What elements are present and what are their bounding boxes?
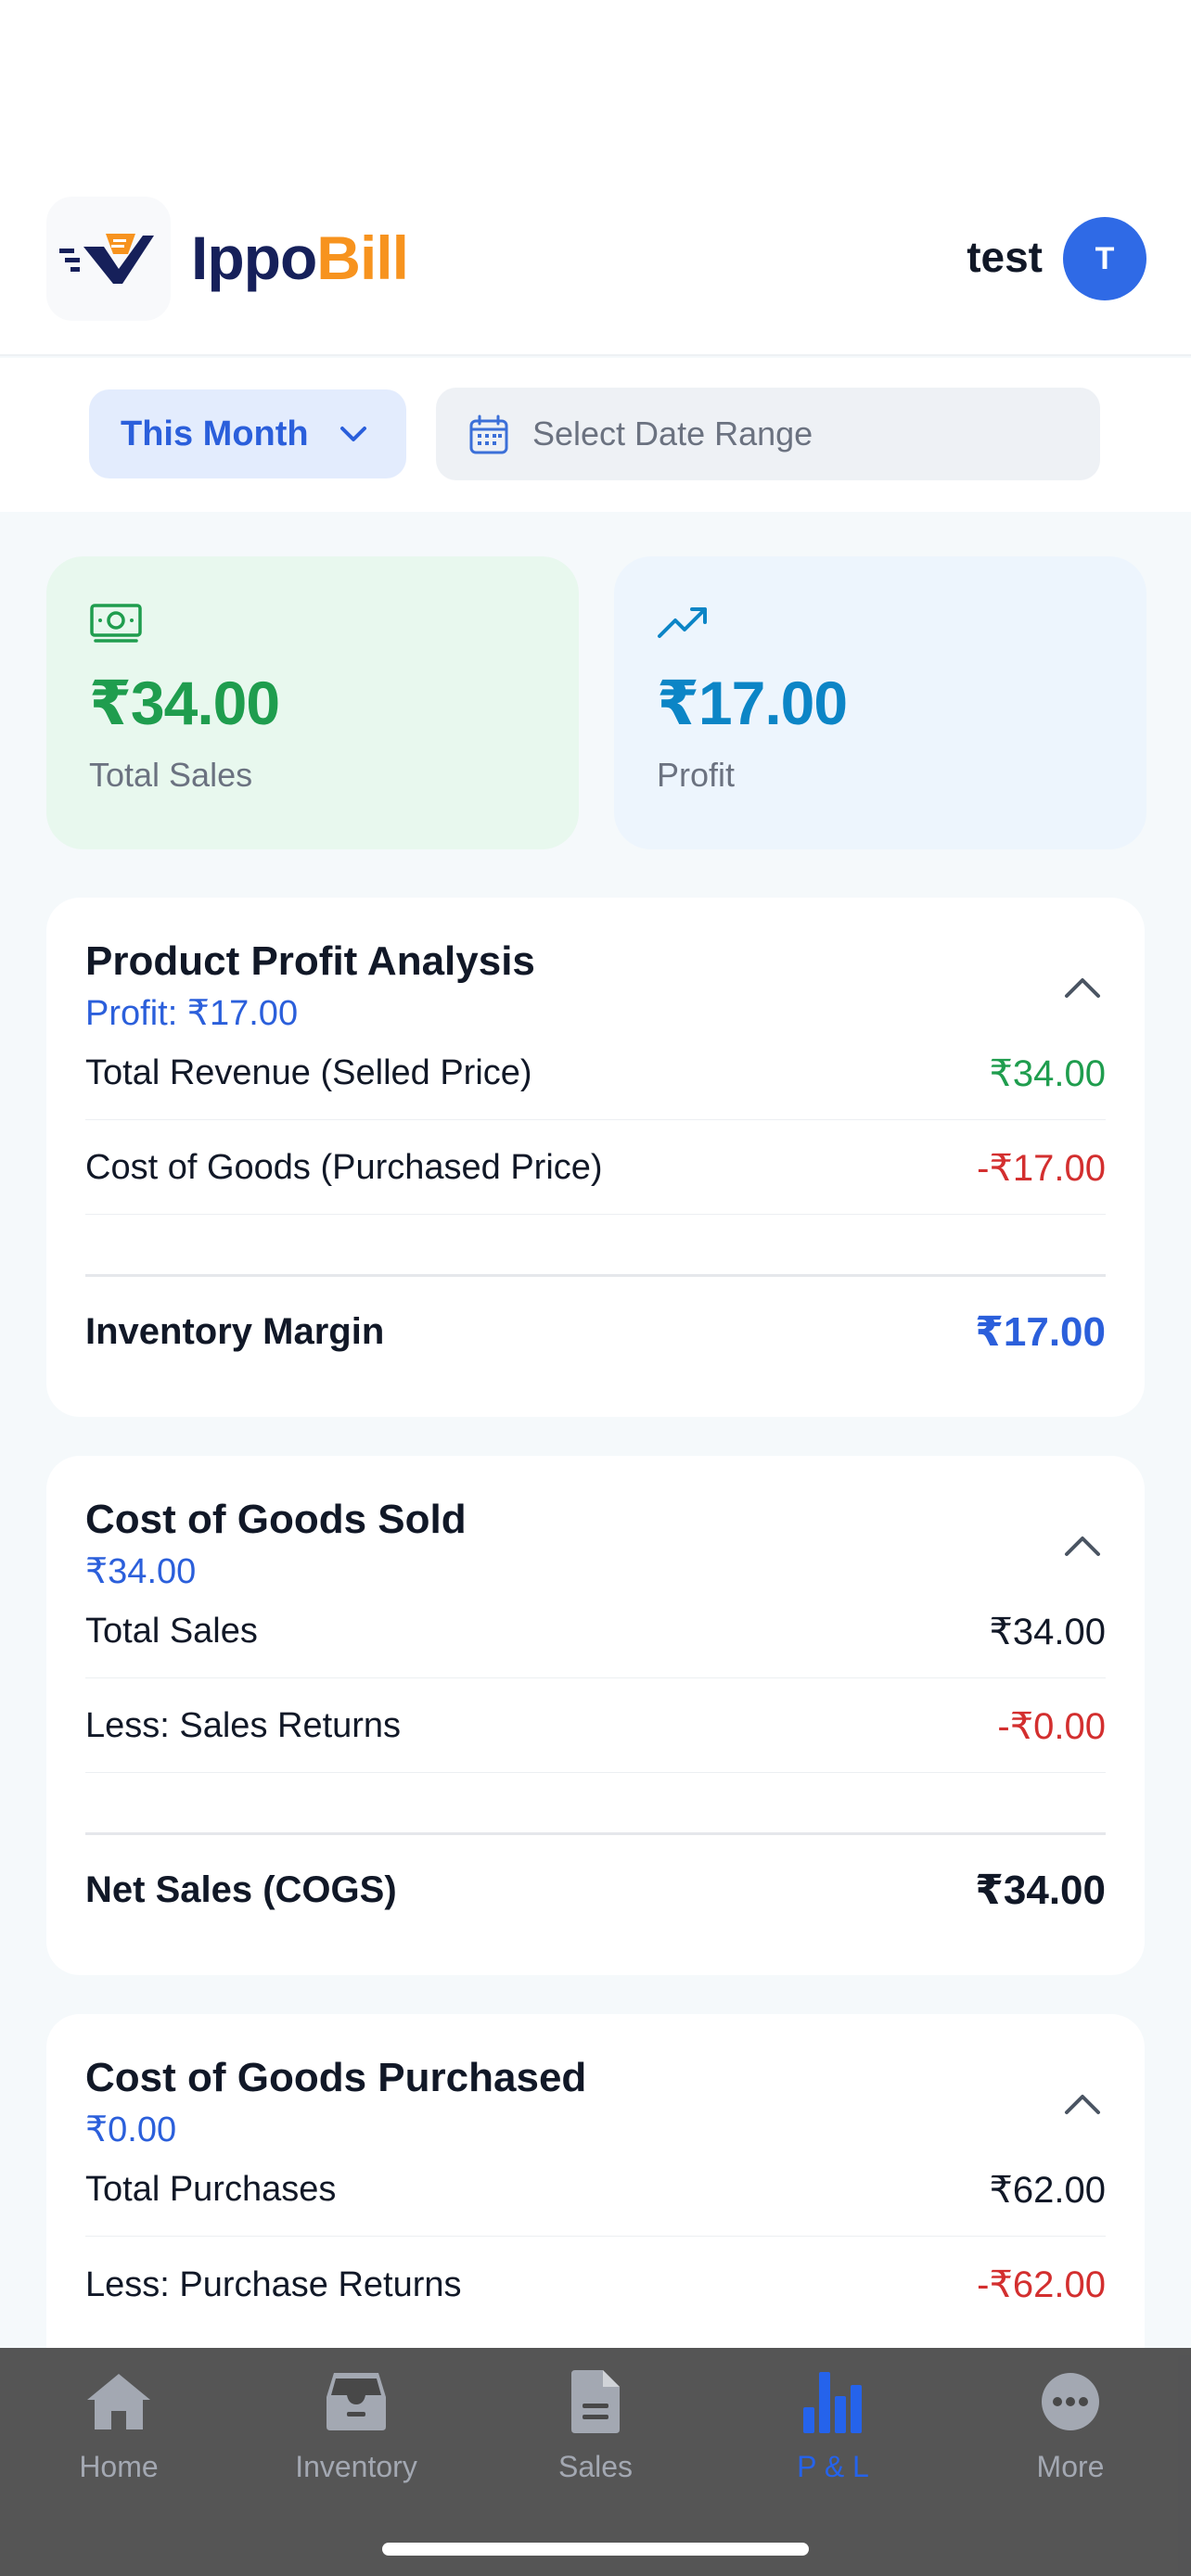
list-item: Less: Purchase Returns -₹62.00 <box>85 2238 1106 2331</box>
tab-label: Sales <box>557 2450 634 2483</box>
row-label: Cost of Goods (Purchased Price) <box>85 1148 603 1187</box>
home-indicator <box>382 2543 809 2556</box>
brand-part-1: Ippo <box>191 223 317 292</box>
app-logo <box>46 197 171 321</box>
row-value: -₹17.00 <box>977 1147 1106 1189</box>
chevron-up-icon[interactable] <box>1061 2088 1104 2120</box>
list-item: Cost of Goods (Purchased Price) -₹17.00 <box>85 1122 1106 1215</box>
divider <box>85 1274 1106 1277</box>
row-label: Total Revenue (Selled Price) <box>85 1053 532 1092</box>
app-header: IppoBill test T <box>0 185 1191 356</box>
list-item: Total Sales ₹34.00 <box>85 1586 1106 1678</box>
product-profit-analysis-section: Product Profit Analysis Profit: ₹17.00 T… <box>46 898 1145 1417</box>
chevron-down-icon <box>340 427 366 441</box>
tab-label: More <box>1036 2450 1105 2483</box>
tab-sales[interactable]: Sales <box>477 2366 714 2496</box>
row-label: Less: Sales Returns <box>85 1706 402 1745</box>
chevron-up-icon[interactable] <box>1061 1530 1104 1562</box>
list-item: Less: Sales Returns -₹0.00 <box>85 1680 1106 1773</box>
trending-up-icon <box>657 603 1146 655</box>
avatar[interactable]: T <box>1063 217 1146 300</box>
row-value: ₹34.00 <box>989 1611 1106 1652</box>
tab-pnl[interactable]: P & L <box>714 2366 952 2496</box>
row-label: Total Purchases <box>85 2170 337 2209</box>
section-title: Cost of Goods Sold <box>85 1497 467 1542</box>
status-bar-area <box>0 0 1191 185</box>
section-title: Product Profit Analysis <box>85 938 535 984</box>
cost-of-goods-sold-section: Cost of Goods Sold ₹34.00 Total Sales ₹3… <box>46 1456 1145 1975</box>
row-value: ₹62.00 <box>989 2169 1106 2211</box>
tab-label: Inventory <box>295 2450 417 2483</box>
list-item: Total Revenue (Selled Price) ₹34.00 <box>85 1027 1106 1120</box>
total-label: Inventory Margin <box>85 1310 385 1352</box>
total-sales-value: ₹34.00 <box>89 669 280 737</box>
total-row: Net Sales (COGS) ₹34.00 <box>85 1843 1106 1936</box>
period-label: This Month <box>121 414 309 453</box>
row-label: Total Sales <box>85 1612 258 1651</box>
tab-inventory[interactable]: Inventory <box>237 2366 475 2496</box>
total-label: Net Sales (COGS) <box>85 1868 397 1910</box>
date-range-placeholder: Select Date Range <box>532 414 813 453</box>
calendar-icon <box>469 414 508 454</box>
total-value: ₹34.00 <box>975 1867 1106 1913</box>
date-range-picker[interactable]: Select Date Range <box>436 388 1100 480</box>
profit-label: Profit <box>657 756 736 794</box>
tab-label: Home <box>79 2450 159 2483</box>
bar-chart-icon <box>801 2366 864 2437</box>
row-value: -₹62.00 <box>977 2264 1106 2305</box>
divider <box>85 1832 1106 1835</box>
filter-bar: This Month Select Date Range <box>0 358 1191 512</box>
row-value: -₹0.00 <box>997 1705 1106 1747</box>
list-item: Total Purchases ₹62.00 <box>85 2144 1106 2237</box>
brand-part-2: Bill <box>316 223 409 292</box>
row-label: Less: Purchase Returns <box>85 2264 462 2304</box>
tab-label: P & L <box>797 2450 869 2483</box>
chevron-up-icon[interactable] <box>1061 972 1104 1003</box>
section-title: Cost of Goods Purchased <box>85 2055 587 2100</box>
tab-home[interactable]: Home <box>0 2366 237 2496</box>
user-name: test <box>967 233 1043 281</box>
cash-icon <box>89 603 579 655</box>
home-icon <box>85 2366 152 2437</box>
total-row: Inventory Margin ₹17.00 <box>85 1285 1106 1378</box>
profit-value: ₹17.00 <box>657 669 848 737</box>
inventory-icon <box>323 2366 390 2437</box>
profit-card: ₹17.00 Profit <box>614 556 1146 849</box>
row-value: ₹34.00 <box>989 1052 1106 1094</box>
tab-more[interactable]: More <box>952 2366 1189 2496</box>
total-sales-card: ₹34.00 Total Sales <box>46 556 579 849</box>
document-icon <box>568 2366 623 2437</box>
more-icon <box>1040 2366 1101 2437</box>
period-dropdown[interactable]: This Month <box>89 389 406 478</box>
total-sales-label: Total Sales <box>89 756 253 794</box>
total-value: ₹17.00 <box>975 1308 1106 1355</box>
brand-name: IppoBill <box>191 223 409 293</box>
